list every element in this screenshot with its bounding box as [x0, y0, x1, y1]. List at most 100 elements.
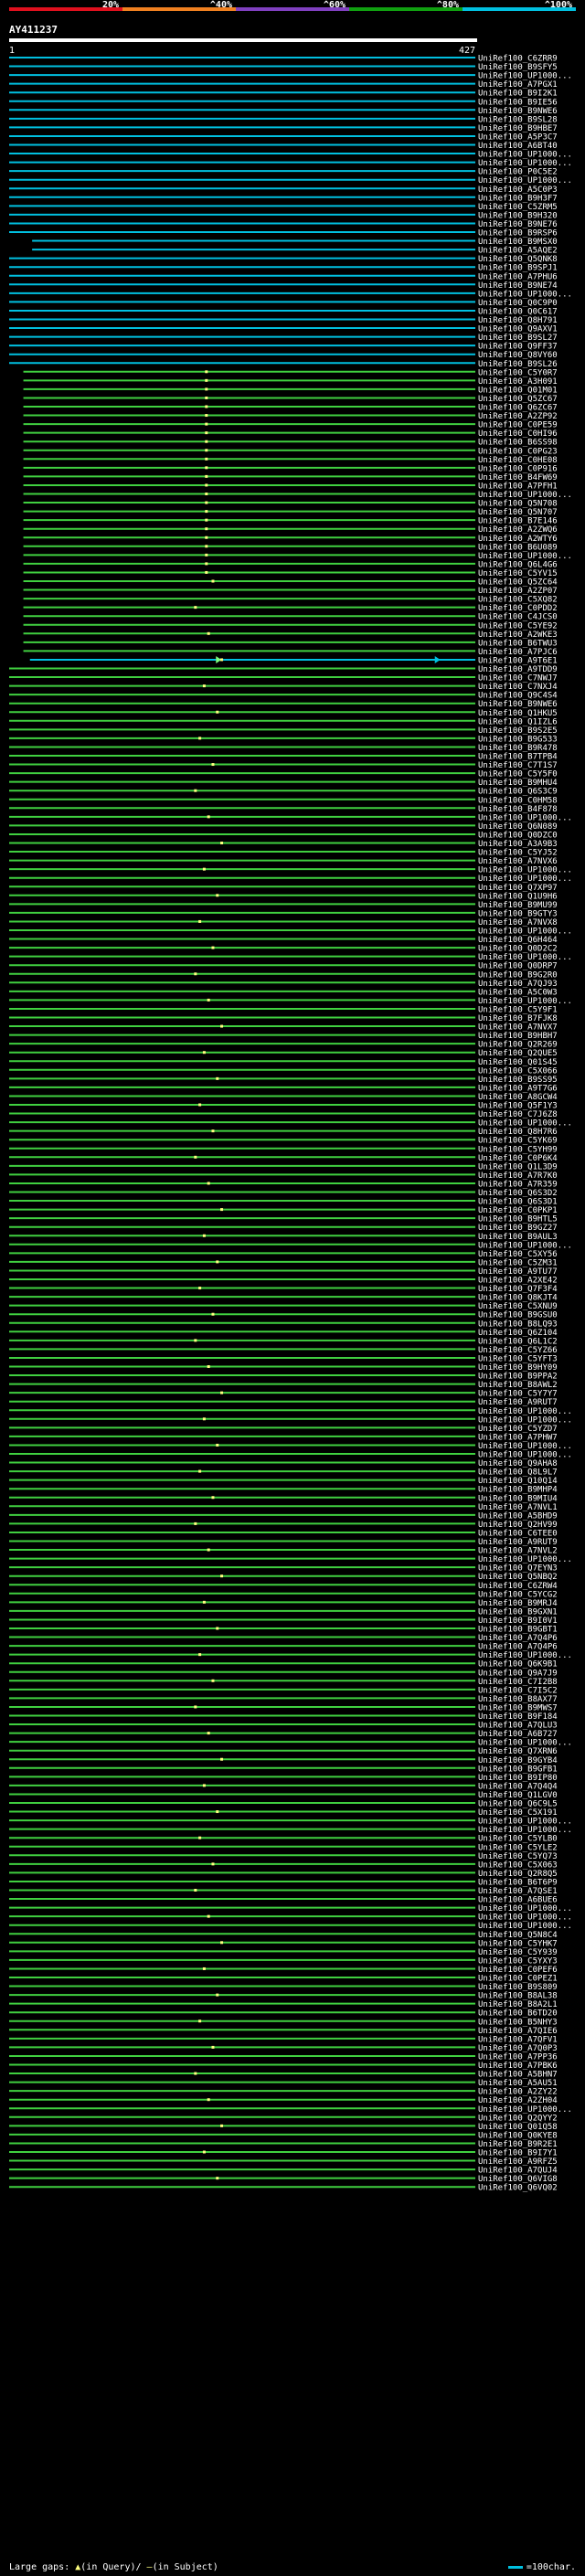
gap-marker	[205, 370, 208, 374]
alignment-row: UniRef100_Q5N708	[23, 500, 558, 509]
alignment-plot: UniRef100_C6ZRR9UniRef100_B9SFY5UniRef10…	[9, 55, 572, 2193]
subject-label: UniRef100_UP1000...	[478, 491, 572, 500]
alignment-row: UniRef100_UP1000...	[9, 1818, 572, 1827]
subject-label: UniRef100_A9TU77	[478, 1267, 558, 1277]
alignment-row: UniRef100_UP1000...	[9, 176, 572, 186]
alignment-row: UniRef100_C5Y9F1	[9, 1005, 558, 1014]
subject-label: UniRef100_A2ZH04	[478, 2096, 558, 2105]
subject-label: UniRef100_B8AWL2	[478, 1381, 558, 1390]
alignment-row: UniRef100_Q5ZC67	[23, 395, 558, 404]
alignment-row: UniRef100_B9H320	[9, 211, 558, 220]
subject-label: UniRef100_B9R478	[478, 744, 558, 753]
subject-label: UniRef100_Q2HV99	[478, 1521, 558, 1530]
subject-label: UniRef100_UP1000...	[478, 1555, 572, 1564]
alignment-row: UniRef100_B9MRJ4	[9, 1599, 558, 1608]
subject-label: UniRef100_Q1HKU5	[478, 709, 558, 718]
subject-label: UniRef100_B9H320	[478, 211, 558, 220]
subject-label: UniRef100_A7PGX1	[478, 80, 558, 90]
subject-label: UniRef100_Q0C617	[478, 307, 558, 316]
alignment-row: UniRef100_Q1U9H6	[9, 892, 558, 901]
subject-label: UniRef100_UP1000...	[478, 1451, 572, 1460]
alignment-row: UniRef100_UP1000...	[9, 290, 572, 299]
subject-label: UniRef100_UP1000...	[478, 1415, 572, 1425]
gap-marker	[216, 1260, 219, 1264]
subject-label: UniRef100_A7PJC6	[478, 648, 558, 657]
alignment-row: UniRef100_B9H3F7	[9, 194, 558, 203]
alignment-row: UniRef100_B9MHU4	[9, 779, 558, 788]
subject-label: UniRef100_Q0C9P0	[478, 299, 558, 308]
alignment-row: UniRef100_Q5F1Y3	[9, 1102, 558, 1111]
alignment-row: UniRef100_C7J6Z8	[9, 1110, 558, 1119]
subject-label: UniRef100_B7TPB4	[478, 753, 558, 762]
alignment-row: UniRef100_Q1L3D9	[9, 1162, 558, 1171]
subject-label: UniRef100_UP1000...	[478, 1241, 572, 1250]
subject-label: UniRef100_Q6L1C2	[478, 1337, 558, 1346]
alignment-row: UniRef100_UP1000...	[9, 151, 572, 160]
subject-label: UniRef100_Q8VY60	[478, 351, 558, 360]
subject-label: UniRef100_B9GYB4	[478, 1756, 558, 1765]
subject-label: UniRef100_B4FW69	[478, 473, 558, 482]
subject-label: UniRef100_C7NXJ4	[478, 683, 558, 692]
alignment-row: UniRef100_Q6K9B1	[9, 1660, 558, 1670]
subject-label: UniRef100_C0PE59	[478, 421, 558, 430]
subject-label: UniRef100_C5YJ52	[478, 849, 558, 858]
alignment-row: UniRef100_B9HBE7	[9, 124, 558, 133]
subject-label: UniRef100_Q7EYN3	[478, 1564, 558, 1574]
subject-label: UniRef100_C0HM58	[478, 796, 558, 805]
alignment-row: UniRef100_P0C5E2	[9, 168, 558, 177]
alignment-row: UniRef100_C5XQ82	[23, 596, 558, 605]
alignment-row: UniRef100_B9I7Y1	[9, 2149, 558, 2158]
subject-label: UniRef100_A3H091	[478, 377, 558, 387]
subject-label: UniRef100_A2ZWQ6	[478, 525, 558, 535]
subject-label: UniRef100_C5YHK7	[478, 1939, 558, 1948]
subject-label: UniRef100_Q5N707	[478, 508, 558, 517]
alignment-row: UniRef100_C7NWJ7	[9, 674, 558, 684]
alignment-row: UniRef100_B9HBH7	[9, 1032, 558, 1041]
alignment-row: UniRef100_C5YE92	[23, 621, 558, 631]
alignment-row: UniRef100_A7QFV1	[9, 2035, 558, 2044]
gap-marker	[211, 1496, 215, 1500]
gap-marker	[198, 1653, 202, 1657]
gap-marker	[211, 1679, 215, 1682]
alignment-row: UniRef100_B9SL27	[9, 334, 558, 343]
gap-marker	[216, 1993, 219, 1997]
alignment-row: UniRef100_B6TD20	[9, 2009, 558, 2019]
subject-label: UniRef100_Q9AHA8	[478, 1459, 558, 1468]
subject-label: UniRef100_Q5N708	[478, 500, 558, 509]
subject-label: UniRef100_B9HBH7	[478, 1032, 558, 1041]
gap-marker	[198, 1103, 202, 1107]
subject-label: UniRef100_C0P916	[478, 464, 558, 473]
subject-label: UniRef100_B9F184	[478, 1712, 558, 1722]
alignment-row: UniRef100_A9TDD9	[9, 665, 558, 674]
alignment-row: UniRef100_Q7F3F4	[9, 1285, 558, 1294]
alignment-row: UniRef100_Q6L1C2	[9, 1337, 558, 1346]
subject-label: UniRef100_UP1000...	[478, 1904, 572, 1913]
alignment-row: UniRef100_A7Q4Q4	[9, 1782, 558, 1791]
gap-marker	[202, 867, 206, 871]
alignment-row: UniRef100_A5AU51	[9, 2079, 558, 2088]
gap-marker	[205, 405, 208, 408]
gap-marker	[202, 1051, 206, 1055]
alignment-row: UniRef100_C5XNU9	[9, 1302, 558, 1311]
alignment-row: UniRef100_A7NVL1	[9, 1503, 558, 1512]
alignment-row: UniRef100_C5YZD7	[9, 1425, 558, 1434]
alignment-row: UniRef100_A7NVL2	[9, 1547, 558, 1556]
alignment-row: UniRef100_Q6S3D2	[9, 1189, 558, 1198]
subject-label: UniRef100_A7PBK6	[478, 2062, 558, 2071]
subject-label: UniRef100_C7I5C2	[478, 1686, 558, 1695]
subject-label: UniRef100_Q7XP97	[478, 884, 558, 893]
subject-label: UniRef100_C7T1S7	[478, 761, 558, 770]
subject-label: UniRef100_B9HBE7	[478, 124, 558, 133]
alignment-row: UniRef100_A5BHN7	[9, 2071, 558, 2080]
gap-marker	[207, 815, 210, 819]
subject-label: UniRef100_Q1L3D9	[478, 1162, 558, 1171]
gap-marker	[205, 562, 208, 566]
subject-label: UniRef100_Q6VIG8	[478, 2175, 558, 2184]
alignment-row: UniRef100_C0PEZ1	[9, 1975, 558, 1984]
subject-label: UniRef100_A7R7K0	[478, 1171, 558, 1181]
subject-label: UniRef100_Q1IZL6	[478, 717, 558, 726]
gap-marker	[216, 1627, 219, 1630]
alignment-row: UniRef100_B5NHY3	[9, 2018, 558, 2027]
alignment-row: UniRef100_Q5QNK8	[9, 255, 558, 264]
subject-label: UniRef100_C5YXY3	[478, 1956, 558, 1966]
